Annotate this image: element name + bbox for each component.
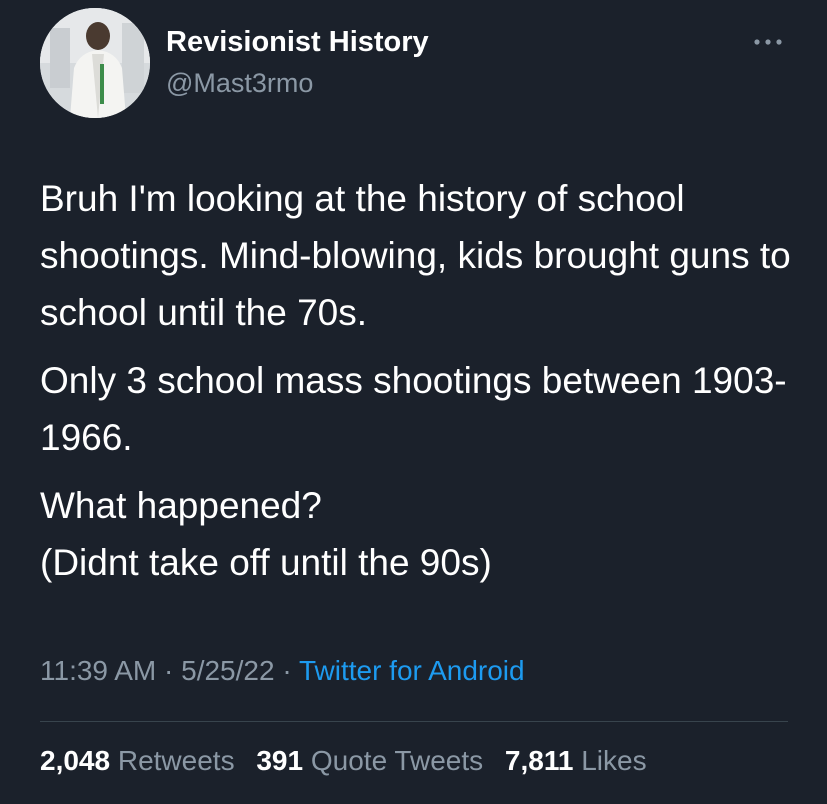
tweet-date[interactable]: 5/25/22 [181, 655, 274, 686]
tweet-stats: 2,048 Retweets 391 Quote Tweets 7,811 Li… [40, 745, 661, 777]
tweet-meta: 11:39 AM · 5/25/22 · Twitter for Android [40, 655, 525, 687]
likes-stat[interactable]: 7,811 Likes [505, 745, 647, 776]
quote-tweets-label: Quote Tweets [310, 745, 484, 776]
avatar-photo [40, 8, 150, 118]
likes-count: 7,811 [504, 745, 574, 776]
more-options-button[interactable] [748, 30, 788, 54]
quote-tweets-stat[interactable]: 391 Quote Tweets [256, 745, 483, 776]
likes-label: Likes [581, 745, 647, 776]
author-name[interactable]: Revisionist History [166, 26, 429, 59]
meta-separator: · [282, 655, 292, 686]
author-handle[interactable]: @Mast3rmo [166, 68, 313, 99]
tweet-time[interactable]: 11:39 AM [40, 655, 156, 686]
avatar[interactable] [40, 8, 150, 118]
tweet-text: Bruh I'm looking at the history of schoo… [40, 170, 800, 602]
tweet-detail: Revisionist History @Mast3rmo Bruh I'm l… [0, 0, 827, 804]
tweet-source-link[interactable]: Twitter for Android [299, 655, 525, 686]
tweet-paragraph: Bruh I'm looking at the history of schoo… [40, 178, 791, 333]
more-horizontal-icon [754, 39, 782, 45]
meta-separator: · [164, 655, 174, 686]
tweet-paragraph: Only 3 school mass shootings between 190… [40, 360, 787, 458]
tweet-paragraph: What happened? (Didnt take off until the… [40, 485, 492, 583]
retweets-label: Retweets [117, 745, 235, 776]
retweets-stat[interactable]: 2,048 Retweets [40, 745, 235, 776]
divider [40, 721, 788, 722]
quote-tweets-count: 391 [256, 745, 304, 776]
retweets-count: 2,048 [40, 745, 111, 776]
